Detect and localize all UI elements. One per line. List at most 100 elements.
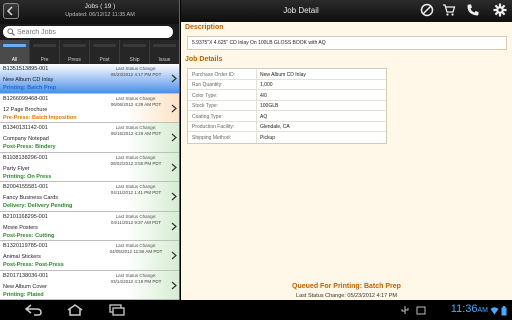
job-number: B1340131142-001 — [3, 125, 48, 131]
usb-icon — [401, 306, 409, 314]
detail-value: Pickup — [260, 134, 276, 141]
job-list-item[interactable]: B1351513895-001 Last Status Change: 05/2… — [0, 64, 179, 94]
detail-row: Production Facility: Glendale, CA — [188, 121, 386, 132]
description-text: 5.9375"X 4.625" CD Inlay On 100LB GLOSS … — [187, 36, 507, 50]
description-heading: Description — [185, 24, 224, 31]
job-name: Company Notepad — [3, 136, 49, 142]
detail-row: Shipping Method: Pickup — [188, 132, 386, 143]
detail-row: Stock Type: 100GLB — [188, 100, 386, 111]
clock: 11:36AM — [451, 303, 488, 315]
detail-row: Purchase Order ID: New Album CD Inlay — [188, 69, 386, 80]
job-list: B1351513895-001 Last Status Change: 05/2… — [0, 64, 179, 300]
tab-press[interactable]: Press — [60, 40, 90, 64]
system-navigation-bar: 11:36AM — [0, 300, 512, 320]
tab-label: Issue — [158, 57, 171, 63]
detail-row: Color Type: 4/0 — [188, 90, 386, 101]
notification-icon — [416, 306, 426, 315]
detail-value: AQ — [260, 113, 268, 120]
job-details-heading: Job Details — [185, 56, 223, 63]
detail-value: 100GLB — [260, 103, 279, 109]
app-window: Jobs ( 19 ) Updated: 06/12/12 11:35 AM A… — [0, 0, 512, 320]
job-details-table: Purchase Order ID: New Album CD Inlay Run… — [187, 68, 387, 144]
job-status: Printing: On Press — [3, 173, 52, 180]
jobs-title: Jobs ( 19 ) — [84, 3, 116, 10]
job-status: Printing: Plated — [3, 291, 44, 298]
job-list-item[interactable]: B2004155581-001 Last Status Change: 04/1… — [0, 182, 179, 212]
job-status: Pre-Press: Batch Imposition — [3, 114, 77, 121]
tab-all[interactable]: All — [0, 40, 30, 64]
job-number: B2101168295-001 — [3, 213, 48, 220]
job-name: Fancy Business Cards — [3, 195, 59, 201]
job-status: Post-Press: Cutting — [3, 232, 55, 239]
detail-label: Stock Type: — [192, 103, 219, 109]
job-detail-pane: Job Detail Description 5.9375"X 4.625" C… — [181, 0, 512, 300]
last-status-label: Last Status Change: — [115, 95, 157, 101]
job-list-item[interactable]: B1108138296-001 Last Status Change: 05/0… — [0, 152, 179, 182]
tab-issue[interactable]: Issue — [150, 40, 179, 64]
detail-label: Color Type: — [192, 92, 218, 99]
chevron-right-icon — [171, 163, 177, 171]
detail-label: Production Facility: — [192, 124, 235, 130]
detail-title: Job Detail — [283, 6, 319, 15]
cart-icon[interactable] — [442, 3, 456, 17]
last-status-date: 04/05/2012 11:56 AM PDT — [109, 249, 163, 254]
tab-label: Pre — [40, 57, 49, 63]
chevron-right-icon — [171, 251, 177, 260]
last-status-change: Last Status Change: 05/23/2012 4:17 PM — [296, 293, 397, 299]
battery-icon — [501, 306, 507, 316]
job-list-item[interactable]: B2017138036-001 Last Status Change: 03/1… — [0, 270, 179, 300]
detail-header: Job Detail — [181, 0, 512, 22]
search-icon — [7, 28, 15, 36]
job-list-item[interactable]: B1266099468-001 Last Status Change: 06/0… — [0, 93, 179, 123]
last-status-label: Last Status Change: — [115, 154, 157, 160]
job-name: 12 Page Brochure — [3, 106, 48, 113]
last-status-date: 03/14/2012 4:19 PM PDT — [110, 278, 162, 284]
last-status-label: Last Status Change: — [115, 243, 157, 248]
tab-pre[interactable]: Pre — [30, 40, 60, 64]
tab-ship[interactable]: Ship — [120, 40, 150, 64]
job-name: Party Flyer — [3, 165, 30, 172]
chevron-right-icon — [171, 192, 177, 201]
clock-time: 11:36 — [450, 303, 478, 315]
job-status: Post-Press: Post-Press — [3, 262, 64, 268]
detail-row: Coating Type: AQ — [188, 111, 386, 122]
jobs-header: Jobs ( 19 ) Updated: 06/12/12 11:35 AM — [0, 0, 179, 24]
last-status-label: Last Status Change: — [115, 125, 157, 130]
job-number: B1266099468-001 — [3, 95, 49, 102]
job-status: Printing: Batch Prep — [3, 85, 57, 91]
tab-post[interactable]: Post — [90, 40, 120, 64]
last-status-label: Last Status Change: — [115, 66, 157, 71]
back-button[interactable] — [3, 3, 19, 19]
job-number: B2004155581-001 — [3, 184, 49, 190]
job-list-item[interactable]: B2101168295-001 Last Status Change: 04/1… — [0, 211, 179, 241]
job-name: Movie Posters — [3, 224, 38, 231]
cancel-icon[interactable] — [420, 3, 434, 17]
detail-label: Coating Type: — [192, 113, 223, 120]
updated-timestamp: Updated: 06/12/12 11:35 AM — [65, 12, 135, 18]
settings-icon[interactable] — [493, 3, 507, 17]
detail-label: Purchase Order ID: — [192, 71, 236, 78]
tab-label: Press — [68, 57, 81, 63]
job-number: B1108138296-001 — [3, 154, 48, 161]
detail-value: New Album CD Inlay — [260, 71, 306, 78]
detail-label: Shipping Method: — [192, 134, 231, 141]
queued-status: Queued For Printing: Batch Prep — [292, 283, 401, 290]
home-icon[interactable] — [66, 304, 84, 316]
search-input[interactable] — [17, 27, 167, 37]
jobs-pane: Jobs ( 19 ) Updated: 06/12/12 11:35 AM A… — [0, 0, 180, 300]
last-status-date: 04/11/2012 1:41 PM PDT — [110, 190, 162, 195]
job-number: B1351513895-001 — [3, 66, 49, 72]
back-arrow-icon — [6, 6, 13, 16]
search-box[interactable] — [3, 26, 173, 38]
tab-label: All — [11, 57, 18, 63]
last-status-label: Last Status Change: — [115, 184, 157, 189]
search-bar — [0, 24, 179, 40]
back-icon[interactable] — [24, 304, 44, 316]
recent-apps-icon[interactable] — [108, 304, 126, 316]
last-status-date: 04/11/2012 9:37 AM PDT — [110, 219, 162, 225]
detail-label: Run Quantity: — [192, 82, 223, 88]
job-list-item[interactable]: B1320119785-001 Last Status Change: 04/0… — [0, 241, 179, 271]
job-name: New Album CD Inlay — [3, 77, 54, 83]
phone-icon[interactable] — [466, 3, 480, 17]
job-list-item[interactable]: B1340131142-001 Last Status Change: 05/1… — [0, 123, 179, 153]
